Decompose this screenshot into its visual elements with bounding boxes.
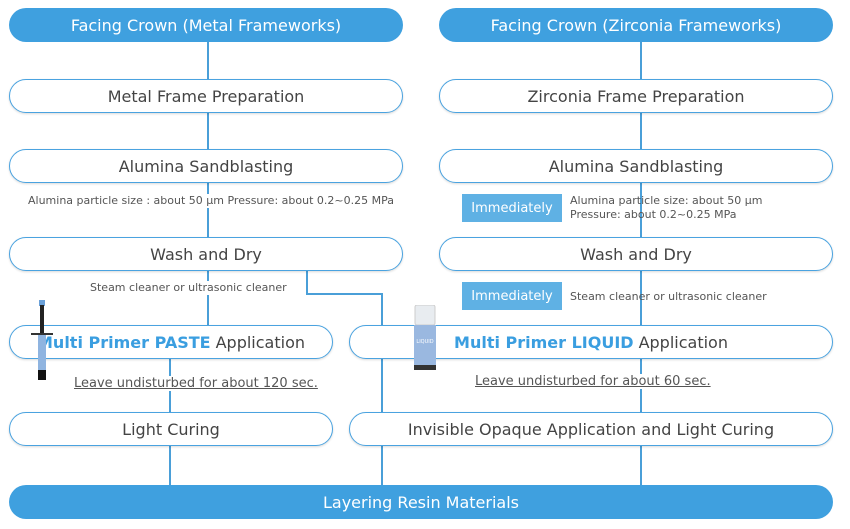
step-alumina-sandblasting-right: Alumina Sandblasting [439, 149, 833, 183]
header-zirconia: Facing Crown (Zirconia Frameworks) [439, 8, 833, 42]
step-invisible-opaque: Invisible Opaque Application and Light C… [349, 412, 833, 446]
bottle-icon: LIQUID [414, 305, 436, 370]
step-metal-frame-preparation: Metal Frame Preparation [9, 79, 403, 113]
step-alumina-sandblasting-left: Alumina Sandblasting [9, 149, 403, 183]
header-metal: Facing Crown (Metal Frameworks) [9, 8, 403, 42]
paste-bold: Multi Primer PASTE [37, 332, 211, 352]
immediately-badge: Immediately [462, 194, 562, 222]
final-step: Layering Resin Materials [9, 485, 833, 519]
note-paste-time: Leave undisturbed for about 120 sec. [74, 376, 318, 391]
immediately-badge: Immediately [462, 282, 562, 310]
step-wash-dry-right: Wash and Dry [439, 237, 833, 271]
note-sandblasting-left: Alumina particle size : about 50 μm Pres… [28, 194, 394, 208]
note-liquid-time: Leave undisturbed for about 60 sec. [475, 374, 711, 389]
step-multi-primer-paste: Multi Primer PASTE Application [9, 325, 333, 359]
note-sandblasting-right: Alumina particle size: about 50 μm Pressu… [570, 194, 763, 222]
note-pressure: Pressure: about 0.2~0.25 MPa [570, 208, 737, 221]
note-wash-right: Steam cleaner or ultrasonic cleaner [570, 290, 767, 303]
liquid-rest: Application [638, 332, 728, 352]
liquid-bold: Multi Primer LIQUID [454, 332, 634, 352]
connector [306, 268, 308, 294]
connector [381, 293, 383, 486]
step-zirconia-frame-preparation: Zirconia Frame Preparation [439, 79, 833, 113]
step-wash-dry-left: Wash and Dry [9, 237, 403, 271]
note-particle: Alumina particle size: about 50 μm [570, 194, 763, 207]
paste-rest: Application [215, 332, 305, 352]
bottle-label: LIQUID [416, 339, 433, 345]
flowchart: Facing Crown (Metal Frameworks) Facing C… [0, 0, 850, 529]
syringe-icon [31, 300, 53, 380]
step-light-curing: Light Curing [9, 412, 333, 446]
note-wash-left: Steam cleaner or ultrasonic cleaner [90, 281, 287, 295]
connector [306, 293, 383, 295]
